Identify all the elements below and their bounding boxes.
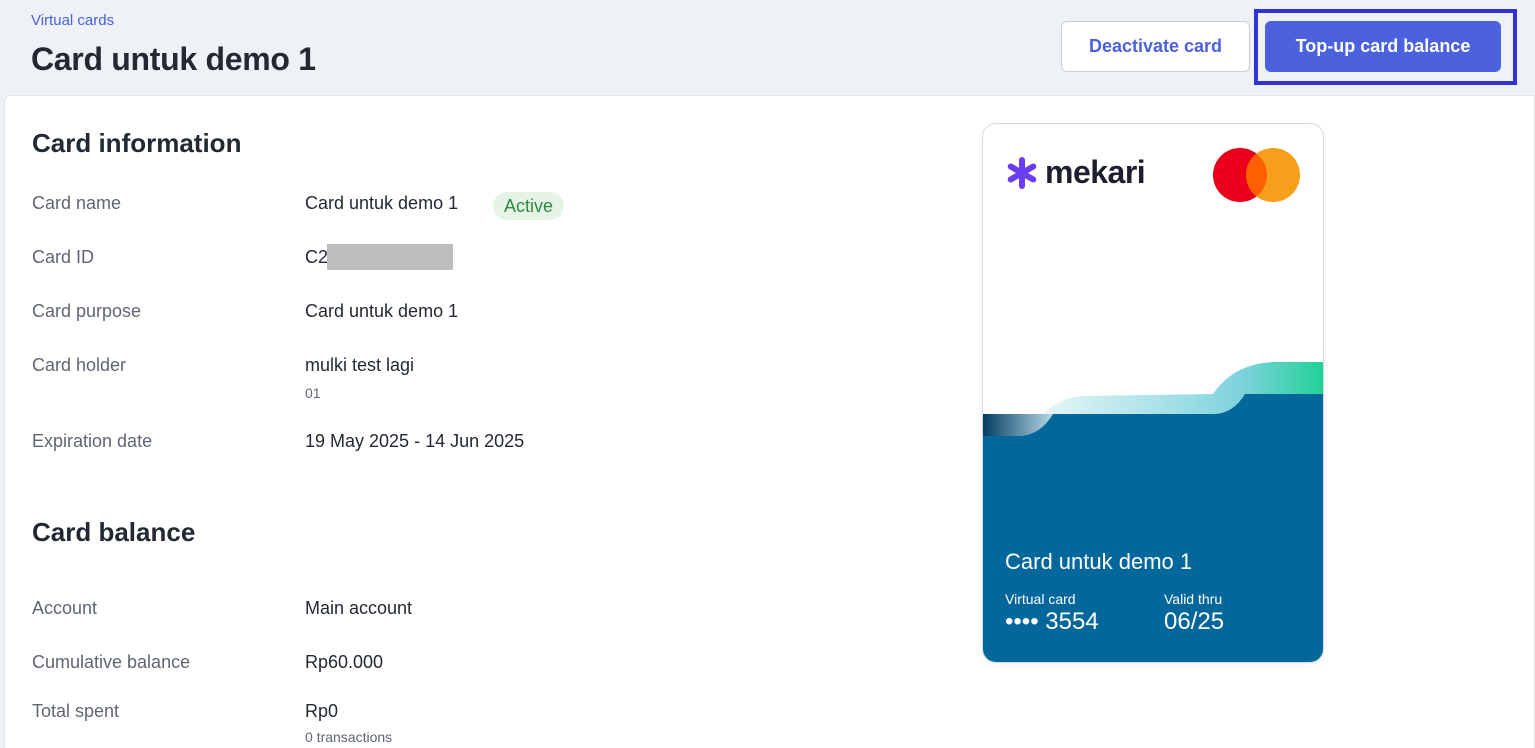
card-preview-type-label: Virtual card [1005,591,1076,607]
mekari-asterisk-icon [1007,156,1037,189]
card-preview-name: Card untuk demo 1 [1005,549,1193,574]
topup-card-balance-button[interactable]: Top-up card balance [1265,21,1501,72]
expiration-date-label: Expiration date [32,431,153,451]
card-name-value: Card untuk demo 1 [305,193,459,213]
card-id-value: C2 [305,247,329,267]
card-purpose-label: Card purpose [32,301,142,321]
virtual-card-preview: mekari Card untuk demo 1 Virtual card ••… [982,123,1324,663]
card-preview-valid-value: 06/25 [1164,608,1225,635]
card-id-label: Card ID [32,247,95,267]
account-value: Main account [305,598,413,618]
account-label: Account [32,598,98,618]
transactions-count: 0 transactions [305,729,393,745]
card-holder-label: Card holder [32,355,127,375]
breadcrumb-virtual-cards[interactable]: Virtual cards [31,12,114,29]
total-spent-label: Total spent [32,701,120,721]
page-title: Card untuk demo 1 [31,41,316,77]
mastercard-icon [1213,148,1300,202]
total-spent-value: Rp0 [305,701,339,721]
card-holder-id: 01 [305,385,321,401]
status-badge: Active [493,192,565,220]
mekari-logo: mekari [1005,154,1146,191]
card-wave-background [983,362,1323,662]
deactivate-card-button[interactable]: Deactivate card [1061,21,1250,72]
card-purpose-value: Card untuk demo 1 [305,301,459,321]
card-balance-title: Card balance [32,517,196,547]
card-preview-valid-label: Valid thru [1164,591,1223,607]
mekari-logo-text: mekari [1045,154,1146,190]
cumulative-balance-value: Rp60.000 [305,652,384,672]
card-information-title: Card information [32,128,242,158]
card-preview-number: •••• 3554 [1005,608,1099,635]
card-name-label: Card name [32,193,122,213]
expiration-date-value: 19 May 2025 - 14 Jun 2025 [305,431,525,451]
cumulative-balance-label: Cumulative balance [32,652,191,672]
card-holder-value: mulki test lagi [305,355,415,375]
card-id-redaction [327,244,453,270]
